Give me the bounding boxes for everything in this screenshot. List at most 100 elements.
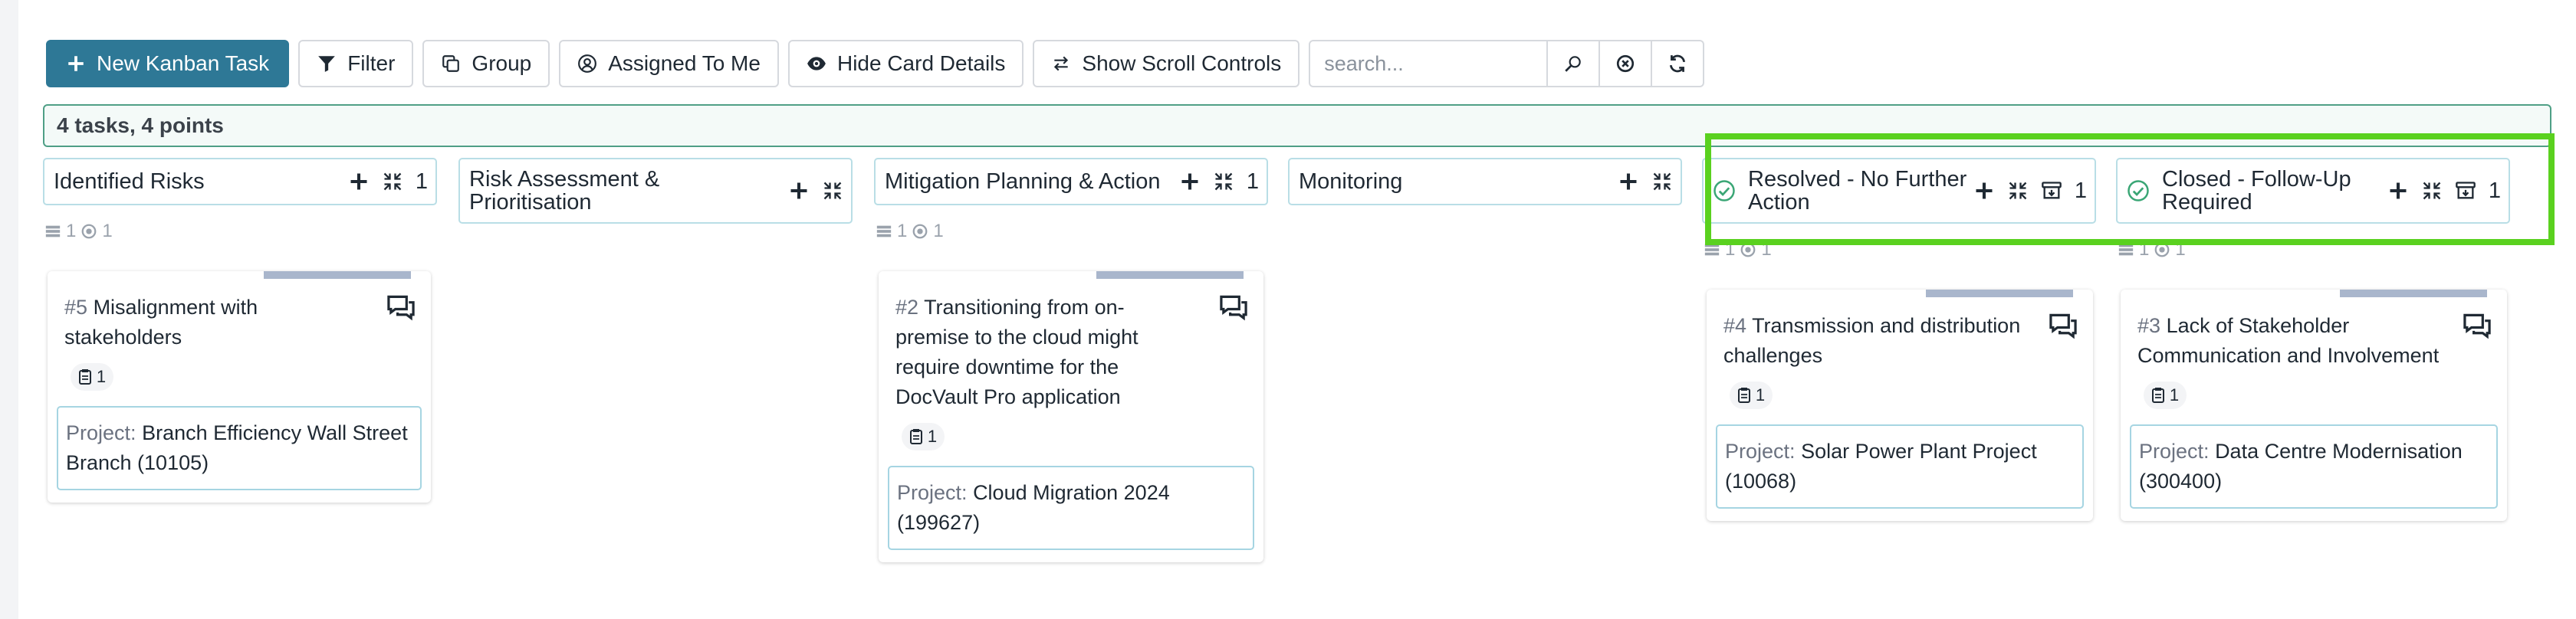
highlight-box — [1705, 133, 2555, 245]
column-header-monitoring: Monitoring — [1288, 158, 1682, 205]
card-number: #4 — [1723, 314, 1747, 337]
clipboard-icon — [1737, 388, 1750, 403]
card-title-text: Transitioning from on-premise to the clo… — [895, 296, 1138, 408]
chat-icon[interactable] — [386, 294, 416, 322]
chat-icon[interactable] — [1219, 294, 1248, 322]
subtask-badge: 1 — [2144, 382, 2187, 409]
group-icon — [442, 55, 460, 72]
card-stripe — [2340, 290, 2487, 297]
card-stripe — [1096, 271, 1244, 279]
clear-icon — [1617, 54, 1635, 73]
search-group — [1309, 40, 1705, 87]
plus-icon[interactable] — [348, 171, 370, 192]
project-label: Project: — [897, 481, 968, 504]
card-project: Project: Branch Efficiency Wall Street B… — [57, 406, 422, 490]
new-kanban-task-button[interactable]: New Kanban Task — [46, 40, 290, 87]
subtask-badge: 1 — [1730, 382, 1773, 409]
swap-icon — [1054, 56, 1069, 71]
search-input[interactable] — [1309, 40, 1549, 87]
group-label: Group — [472, 51, 532, 75]
refresh-button[interactable] — [1652, 40, 1705, 87]
show-scroll-controls-button[interactable]: Show Scroll Controls — [1033, 40, 1300, 87]
card-number: #5 — [64, 296, 88, 319]
filter-label: Filter — [347, 51, 396, 75]
card-title: #3 Lack of Stakeholder Communication and… — [2137, 311, 2467, 371]
project-label: Project: — [1725, 440, 1796, 463]
kanban-card[interactable]: #4 Transmission and distribution challen… — [1707, 290, 2093, 521]
collapse-icon[interactable] — [1213, 171, 1234, 192]
card-stripe — [1926, 290, 2073, 297]
collapse-icon[interactable] — [822, 180, 843, 201]
chat-icon[interactable] — [2463, 313, 2492, 340]
hide-card-details-label: Hide Card Details — [836, 51, 1006, 75]
column-title: Monitoring — [1299, 169, 1403, 194]
refresh-icon — [1670, 54, 1686, 73]
subtask-badge: 1 — [902, 423, 945, 450]
assigned-to-me-button[interactable]: Assigned To Me — [559, 40, 779, 87]
card-title: #5 Misalignment with stakeholders — [64, 293, 371, 352]
plus-icon[interactable] — [788, 180, 810, 201]
subtask-count: 1 — [927, 427, 938, 446]
column-title: Identified Risks — [54, 169, 205, 194]
card-number: #2 — [895, 296, 919, 319]
column-header-risk-assessment: Risk Assessment & Prioritisation — [458, 158, 853, 224]
column-header-identified-risks: Identified Risks 1 — [43, 158, 437, 205]
column-meta-points: 1 — [102, 221, 113, 241]
rows-icon — [45, 225, 61, 237]
show-scroll-controls-label: Show Scroll Controls — [1082, 51, 1282, 75]
card-title-text: Misalignment with stakeholders — [64, 296, 258, 349]
new-kanban-task-label: New Kanban Task — [97, 51, 270, 75]
column-meta: 1 1 — [876, 221, 944, 242]
card-project: Project: Solar Power Plant Project (1006… — [1716, 424, 2084, 509]
card-title-text: Lack of Stakeholder Communication and In… — [2137, 314, 2440, 367]
chat-icon[interactable] — [2049, 313, 2078, 340]
clear-search-button[interactable] — [1600, 40, 1653, 87]
clipboard-icon — [909, 429, 922, 444]
hide-card-details-button[interactable]: Hide Card Details — [787, 40, 1024, 87]
clipboard-icon — [2151, 388, 2164, 403]
card-title-text: Transmission and distribution challenges — [1723, 314, 2021, 367]
points-icon — [912, 224, 928, 239]
collapse-icon[interactable] — [1651, 171, 1673, 192]
column-meta: 1 1 — [44, 221, 113, 242]
filter-button[interactable]: Filter — [298, 40, 414, 87]
column-meta-rows: 1 — [66, 221, 77, 241]
eye-icon — [807, 57, 826, 70]
filter-icon — [318, 56, 336, 72]
kanban-page: New Kanban Task Filter Group Assigned To… — [18, 0, 2576, 619]
card-stripe — [264, 271, 411, 279]
subtask-count: 1 — [2169, 385, 2180, 404]
plus-icon[interactable] — [1179, 171, 1201, 192]
user-circle-icon — [578, 54, 597, 73]
plus-icon[interactable] — [1618, 171, 1639, 192]
plus-icon — [68, 56, 84, 71]
rows-icon — [876, 225, 892, 237]
collapse-icon[interactable] — [382, 171, 403, 192]
project-label: Project: — [2139, 440, 2210, 463]
column-meta-points: 1 — [933, 221, 944, 241]
clipboard-icon — [78, 369, 91, 385]
subtask-count: 1 — [1755, 385, 1766, 404]
card-number: #3 — [2137, 314, 2161, 337]
search-button[interactable] — [1548, 40, 1601, 87]
kanban-card[interactable]: #3 Lack of Stakeholder Communication and… — [2121, 290, 2507, 521]
kanban-card[interactable]: #5 Misalignment with stakeholders 1 Proj… — [48, 271, 431, 503]
points-icon — [81, 224, 97, 239]
card-project: Project: Cloud Migration 2024 (199627) — [888, 466, 1254, 550]
toolbar: New Kanban Task Filter Group Assigned To… — [46, 40, 1705, 87]
column-title: Risk Assessment & Prioritisation — [469, 167, 660, 215]
column-count: 1 — [1246, 169, 1259, 194]
kanban-card[interactable]: #2 Transitioning from on-premise to the … — [879, 271, 1263, 562]
card-title: #4 Transmission and distribution challen… — [1723, 311, 2053, 371]
column-count: 1 — [415, 169, 428, 194]
column-meta-rows: 1 — [897, 221, 908, 241]
column-header-mitigation-planning: Mitigation Planning & Action 1 — [874, 158, 1268, 205]
search-icon — [1565, 56, 1582, 72]
column-title: Mitigation Planning & Action — [885, 169, 1161, 194]
card-project: Project: Data Centre Modernisation (3004… — [2130, 424, 2498, 509]
subtask-badge: 1 — [71, 363, 113, 391]
project-label: Project: — [66, 421, 136, 444]
assigned-to-me-label: Assigned To Me — [608, 51, 761, 75]
card-title: #2 Transitioning from on-premise to the … — [895, 293, 1187, 412]
group-button[interactable]: Group — [422, 40, 550, 87]
